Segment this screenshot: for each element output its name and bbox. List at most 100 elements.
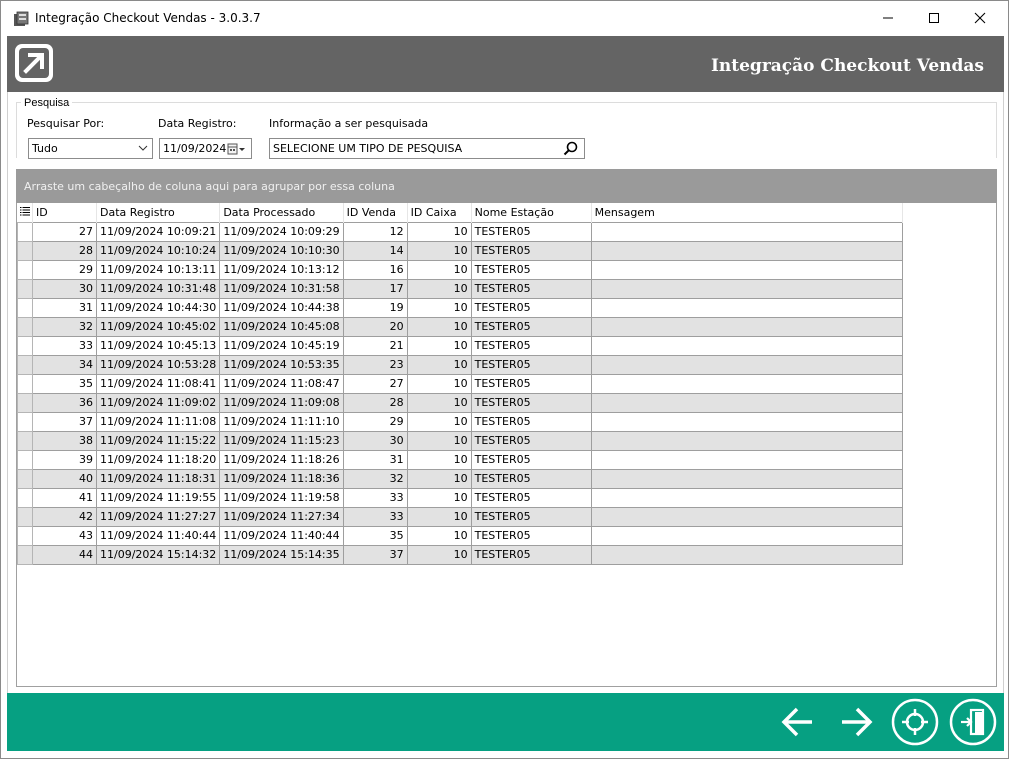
- cell-id-venda[interactable]: 31: [342, 449, 408, 470]
- cell-mensagem[interactable]: [590, 506, 903, 527]
- cell-id-venda[interactable]: 20: [342, 316, 408, 337]
- row-indicator[interactable]: [17, 506, 33, 527]
- cell-data-processado[interactable]: 11/09/2024 10:13:12: [219, 259, 344, 280]
- cell-nome-estacao[interactable]: TESTER05: [470, 468, 592, 489]
- table-row[interactable]: 38 11/09/2024 11:15:22 11/09/2024 11:15:23…: [17, 430, 903, 451]
- cell-id-caixa[interactable]: 10: [406, 411, 472, 432]
- cell-nome-estacao[interactable]: TESTER05: [470, 221, 592, 242]
- row-indicator[interactable]: [17, 335, 33, 356]
- cell-id-caixa[interactable]: 10: [406, 525, 472, 546]
- cell-id-caixa[interactable]: 10: [406, 506, 472, 527]
- cell-id-caixa[interactable]: 10: [406, 392, 472, 413]
- cell-id-caixa[interactable]: 10: [406, 221, 472, 242]
- cell-data-registro[interactable]: 11/09/2024 11:15:22: [95, 430, 221, 451]
- cell-data-registro[interactable]: 11/09/2024 10:31:48: [95, 278, 221, 299]
- table-row[interactable]: 28 11/09/2024 10:10:24 11/09/2024 10:10:30…: [17, 240, 903, 261]
- cell-mensagem[interactable]: [590, 449, 903, 470]
- cell-mensagem[interactable]: [590, 468, 903, 489]
- cell-data-registro[interactable]: 11/09/2024 11:18:31: [95, 468, 221, 489]
- cell-id[interactable]: 38: [32, 430, 97, 451]
- cell-data-registro[interactable]: 11/09/2024 10:10:24: [95, 240, 221, 261]
- cell-data-processado[interactable]: 11/09/2024 11:11:10: [219, 411, 344, 432]
- cell-id-caixa[interactable]: 10: [406, 430, 472, 451]
- cell-id-caixa[interactable]: 10: [406, 373, 472, 394]
- cell-mensagem[interactable]: [590, 544, 903, 565]
- cell-mensagem[interactable]: [590, 373, 903, 394]
- row-indicator[interactable]: [17, 411, 33, 432]
- cell-id[interactable]: 28: [32, 240, 97, 261]
- cell-data-processado[interactable]: 11/09/2024 11:27:34: [219, 506, 344, 527]
- cell-id-venda[interactable]: 14: [342, 240, 408, 261]
- table-row[interactable]: 40 11/09/2024 11:18:31 11/09/2024 11:18:36…: [17, 468, 903, 489]
- column-header-id-venda[interactable]: ID Venda: [343, 203, 408, 222]
- cell-id-venda[interactable]: 19: [342, 297, 408, 318]
- table-row[interactable]: 41 11/09/2024 11:19:55 11/09/2024 11:19:58…: [17, 487, 903, 508]
- cell-id-caixa[interactable]: 10: [406, 487, 472, 508]
- column-header-data-processado[interactable]: Data Processado: [219, 203, 344, 222]
- cell-data-processado[interactable]: 11/09/2024 10:31:58: [219, 278, 344, 299]
- table-row[interactable]: 39 11/09/2024 11:18:20 11/09/2024 11:18:26…: [17, 449, 903, 470]
- column-chooser-icon[interactable]: [17, 203, 33, 222]
- cell-mensagem[interactable]: [590, 354, 903, 375]
- cell-data-registro[interactable]: 11/09/2024 11:40:44: [95, 525, 221, 546]
- row-indicator[interactable]: [17, 468, 33, 489]
- row-indicator[interactable]: [17, 259, 33, 280]
- cell-nome-estacao[interactable]: TESTER05: [470, 525, 592, 546]
- cell-mensagem[interactable]: [590, 240, 903, 261]
- cell-data-registro[interactable]: 11/09/2024 11:18:20: [95, 449, 221, 470]
- cell-id[interactable]: 34: [32, 354, 97, 375]
- cell-data-processado[interactable]: 11/09/2024 15:14:35: [219, 544, 344, 565]
- cell-nome-estacao[interactable]: TESTER05: [470, 487, 592, 508]
- row-indicator[interactable]: [17, 487, 33, 508]
- cell-id-venda[interactable]: 16: [342, 259, 408, 280]
- cell-id-venda[interactable]: 35: [342, 525, 408, 546]
- cell-mensagem[interactable]: [590, 487, 903, 508]
- cell-nome-estacao[interactable]: TESTER05: [470, 373, 592, 394]
- cell-nome-estacao[interactable]: TESTER05: [470, 411, 592, 432]
- row-indicator[interactable]: [17, 316, 33, 337]
- cell-data-processado[interactable]: 11/09/2024 10:10:30: [219, 240, 344, 261]
- cell-id-venda[interactable]: 28: [342, 392, 408, 413]
- cell-nome-estacao[interactable]: TESTER05: [470, 449, 592, 470]
- cell-nome-estacao[interactable]: TESTER05: [470, 506, 592, 527]
- row-indicator[interactable]: [17, 449, 33, 470]
- cell-id-venda[interactable]: 30: [342, 430, 408, 451]
- cell-data-registro[interactable]: 11/09/2024 10:53:28: [95, 354, 221, 375]
- cell-data-registro[interactable]: 11/09/2024 11:19:55: [95, 487, 221, 508]
- row-indicator[interactable]: [17, 297, 33, 318]
- cell-id[interactable]: 35: [32, 373, 97, 394]
- table-row[interactable]: 35 11/09/2024 11:08:41 11/09/2024 11:08:47…: [17, 373, 903, 394]
- cell-data-processado[interactable]: 11/09/2024 11:40:44: [219, 525, 344, 546]
- cell-id[interactable]: 44: [32, 544, 97, 565]
- row-indicator[interactable]: [17, 430, 33, 451]
- row-indicator[interactable]: [17, 392, 33, 413]
- cell-mensagem[interactable]: [590, 259, 903, 280]
- cell-data-processado[interactable]: 11/09/2024 10:45:08: [219, 316, 344, 337]
- table-row[interactable]: 43 11/09/2024 11:40:44 11/09/2024 11:40:44…: [17, 525, 903, 546]
- cell-id-venda[interactable]: 32: [342, 468, 408, 489]
- cell-mensagem[interactable]: [590, 335, 903, 356]
- cell-data-processado[interactable]: 11/09/2024 11:18:36: [219, 468, 344, 489]
- cell-id-venda[interactable]: 21: [342, 335, 408, 356]
- search-by-select[interactable]: Tudo: [28, 138, 153, 159]
- cell-nome-estacao[interactable]: TESTER05: [470, 544, 592, 565]
- cell-id-venda[interactable]: 33: [342, 506, 408, 527]
- cell-id-caixa[interactable]: 10: [406, 316, 472, 337]
- cell-nome-estacao[interactable]: TESTER05: [470, 335, 592, 356]
- table-row[interactable]: 42 11/09/2024 11:27:27 11/09/2024 11:27:34…: [17, 506, 903, 527]
- search-icon[interactable]: [563, 141, 578, 156]
- table-row[interactable]: 31 11/09/2024 10:44:30 11/09/2024 10:44:38…: [17, 297, 903, 318]
- cell-nome-estacao[interactable]: TESTER05: [470, 297, 592, 318]
- cell-id[interactable]: 30: [32, 278, 97, 299]
- cell-data-registro[interactable]: 11/09/2024 10:13:11: [95, 259, 221, 280]
- group-by-panel[interactable]: Arraste um cabeçalho de coluna aqui para…: [16, 169, 997, 203]
- locate-button[interactable]: [891, 698, 939, 746]
- column-header-mensagem[interactable]: Mensagem: [591, 203, 903, 222]
- cell-nome-estacao[interactable]: TESTER05: [470, 240, 592, 261]
- cell-data-processado[interactable]: 11/09/2024 10:45:19: [219, 335, 344, 356]
- row-indicator[interactable]: [17, 525, 33, 546]
- row-indicator[interactable]: [17, 544, 33, 565]
- maximize-button[interactable]: [911, 1, 957, 35]
- cell-mensagem[interactable]: [590, 392, 903, 413]
- cell-data-registro[interactable]: 11/09/2024 10:44:30: [95, 297, 221, 318]
